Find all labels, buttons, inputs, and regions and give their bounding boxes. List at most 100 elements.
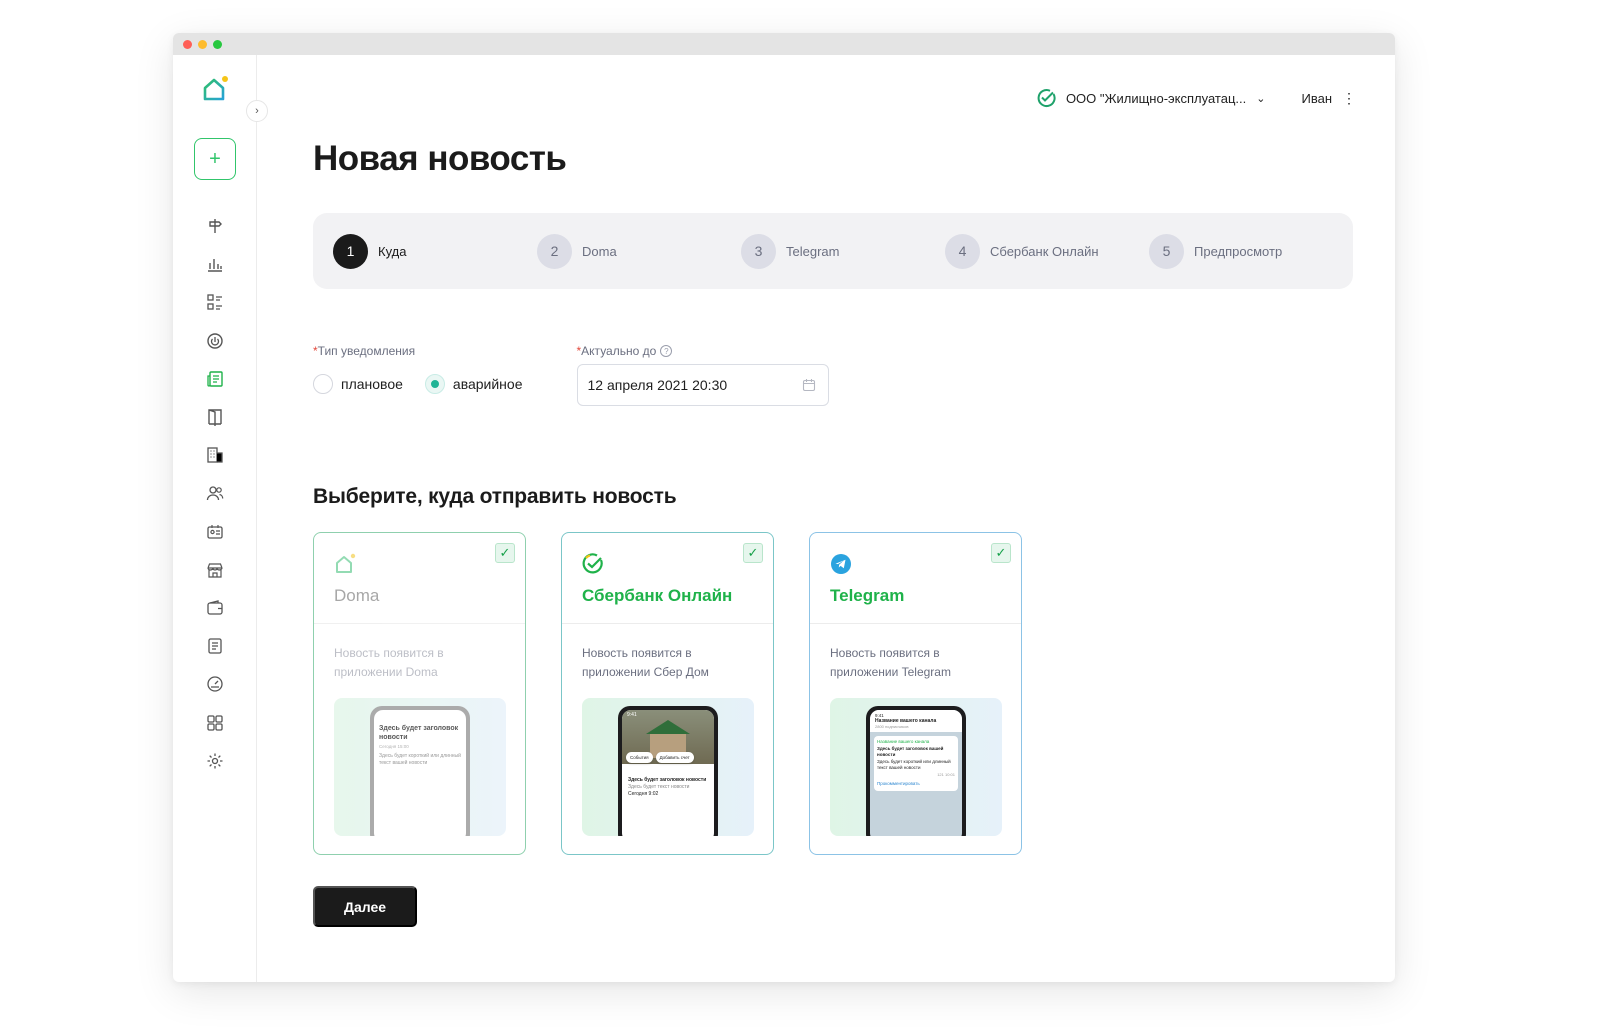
- signpost-icon: [209, 219, 222, 234]
- minimize-window-button[interactable]: [198, 39, 207, 49]
- step-label: Telegram: [786, 243, 840, 259]
- plus-icon: +: [209, 147, 221, 170]
- sidebar-item-users[interactable]: [173, 474, 257, 512]
- door-icon: [208, 409, 222, 427]
- news-icon: [207, 371, 223, 387]
- card-body: Новость появится в приложении Doma Здесь…: [314, 624, 525, 836]
- top-bar: ООО "Жилищно-эксплуатац... ⌄ Иван ⋮: [1036, 88, 1356, 108]
- step-number: 3: [741, 233, 776, 269]
- sidebar-item-dashboard[interactable]: [173, 665, 257, 703]
- sidebar-nav: [173, 207, 257, 780]
- wallet-icon: [207, 600, 223, 615]
- valid-until-label: *Актуально до ?: [577, 344, 829, 358]
- step-label: Doma: [582, 243, 617, 259]
- card-description: Новость появится в приложении Doma: [334, 646, 444, 679]
- date-value: 12 апреля 2021 20:30: [587, 377, 728, 393]
- valid-until-date-field[interactable]: 12 апреля 2021 20:30: [576, 364, 829, 406]
- kebab-menu-icon: ⋮: [1342, 90, 1356, 106]
- radio-button[interactable]: [313, 374, 333, 394]
- add-button[interactable]: +: [194, 138, 236, 180]
- step-number: 4: [945, 233, 980, 269]
- news-card: Здесь будет заголовок новости Здесь буде…: [625, 774, 711, 801]
- org-selector[interactable]: ООО "Жилищно-эксплуатац... ⌄: [1036, 88, 1266, 108]
- shop-icon: [207, 563, 223, 578]
- pill-add-bill: Добавить счет: [655, 752, 694, 763]
- sidebar-item-tasks[interactable]: [173, 283, 257, 321]
- maximize-window-button[interactable]: [213, 39, 222, 49]
- card-header: Telegram: [810, 533, 1021, 624]
- valid-until-group: *Актуально до ? 12 апреля 2021 20:30: [576, 344, 829, 406]
- sidebar: › +: [173, 55, 268, 982]
- channel-header: 9:41 Название вашего канала 2800 подписч…: [870, 710, 962, 732]
- sidebar-item-doors[interactable]: [173, 398, 257, 436]
- radio-emergency[interactable]: аварийное: [424, 374, 523, 394]
- preview-title: Здесь будет заголовок новости: [379, 725, 459, 741]
- sber-check-icon: [1037, 89, 1056, 107]
- sidebar-item-settings[interactable]: [173, 742, 257, 780]
- notification-type-group: *Тип уведомления плановое аварийное: [313, 344, 523, 406]
- stepper: 1 Куда 2 Doma 3 Telegram 4 Сбербанк Онла…: [313, 213, 1353, 289]
- user-menu[interactable]: Иван ⋮: [1301, 90, 1356, 106]
- close-window-button[interactable]: [183, 39, 192, 49]
- next-button[interactable]: Далее: [313, 886, 417, 927]
- card-body: Новость появится в приложении Telegram 9…: [810, 624, 1021, 836]
- help-icon[interactable]: ?: [660, 345, 673, 357]
- apps-icon: [207, 714, 223, 731]
- sidebar-item-shop[interactable]: [173, 551, 257, 589]
- notification-type-label: *Тип уведомления: [313, 344, 416, 358]
- radio-planned[interactable]: плановое: [313, 374, 403, 394]
- channel-card-sber[interactable]: ✓ Сбербанк Онлайн Новость появится в при…: [561, 532, 774, 855]
- calendar-icon[interactable]: [802, 378, 816, 392]
- settings-icon: [207, 753, 223, 769]
- radio-label: плановое: [341, 376, 403, 392]
- step-2[interactable]: 2 Doma: [537, 233, 741, 269]
- sidebar-item-buildings[interactable]: [173, 436, 257, 474]
- phone-mockup: 9:41 События Добавить счет Здесь будет з: [618, 706, 718, 836]
- channel-cards: ✓ Doma Новость появится в приложении Dom…: [313, 532, 1022, 855]
- sidebar-item-analytics[interactable]: [173, 245, 257, 283]
- doma-logo-icon: [336, 553, 356, 573]
- phone-screen: 9:41 События Добавить счет Здесь будет з: [622, 710, 714, 836]
- sidebar-item-wallet[interactable]: [173, 589, 257, 627]
- channel-card-telegram[interactable]: ✓ Telegram Новость появится в приложении…: [809, 532, 1022, 855]
- app-preview: 9:41 События Добавить счет Здесь будет з: [582, 698, 754, 836]
- card-description: Новость появится в приложении Telegram: [830, 646, 951, 679]
- step-label: Предпросмотр: [1194, 243, 1283, 259]
- step-1[interactable]: 1 Куда: [333, 233, 537, 269]
- chevron-down-icon: ⌄: [1256, 92, 1266, 105]
- sidebar-item-news[interactable]: [173, 360, 257, 398]
- form-row: *Тип уведомления плановое аварийное *Акт…: [313, 344, 829, 406]
- step-3[interactable]: 3 Telegram: [741, 233, 945, 269]
- telegram-logo-icon: [831, 554, 851, 574]
- bar-chart-icon: [208, 259, 222, 272]
- app-preview: Здесь будет заголовок новости Сегодня 15…: [334, 698, 506, 836]
- window-titlebar: [173, 33, 1395, 55]
- phone-screen: 9:41 Название вашего канала 2800 подписч…: [870, 710, 962, 836]
- sidebar-item-documents[interactable]: [173, 627, 257, 665]
- sidebar-item-signpost[interactable]: [173, 207, 257, 245]
- sber-logo-icon: [582, 553, 603, 574]
- step-number: 2: [537, 233, 572, 269]
- phone-screen: Здесь будет заголовок новости Сегодня 15…: [374, 710, 466, 836]
- step-4[interactable]: 4 Сбербанк Онлайн: [945, 233, 1149, 269]
- channel-card-doma[interactable]: ✓ Doma Новость появится в приложении Dom…: [313, 532, 526, 855]
- step-number: 1: [333, 233, 368, 269]
- phone-mockup: Здесь будет заголовок новости Сегодня 15…: [370, 706, 470, 836]
- card-header: Doma: [314, 533, 525, 624]
- card-title: Telegram: [830, 586, 905, 605]
- step-5[interactable]: 5 Предпросмотр: [1149, 233, 1353, 269]
- phone-mockup: 9:41 Название вашего канала 2800 подписч…: [866, 706, 966, 836]
- checklist-icon: [207, 294, 222, 311]
- power-icon: [207, 332, 223, 349]
- radio-button[interactable]: [424, 374, 445, 394]
- notification-type-radios: плановое аварийное: [313, 374, 523, 394]
- org-name: ООО "Жилищно-эксплуатац...: [1065, 90, 1247, 106]
- sidebar-item-staff[interactable]: [173, 513, 257, 551]
- sidebar-item-power[interactable]: [173, 322, 257, 360]
- user-name: Иван: [1301, 90, 1332, 106]
- section-title: Выберите, куда отправить новость: [313, 485, 677, 508]
- doma-logo-icon[interactable]: [201, 75, 229, 103]
- message-bubble: Название вашего канала Здесь будет загол…: [874, 736, 958, 791]
- sidebar-item-apps[interactable]: [173, 703, 257, 741]
- pill-events: События: [626, 752, 653, 763]
